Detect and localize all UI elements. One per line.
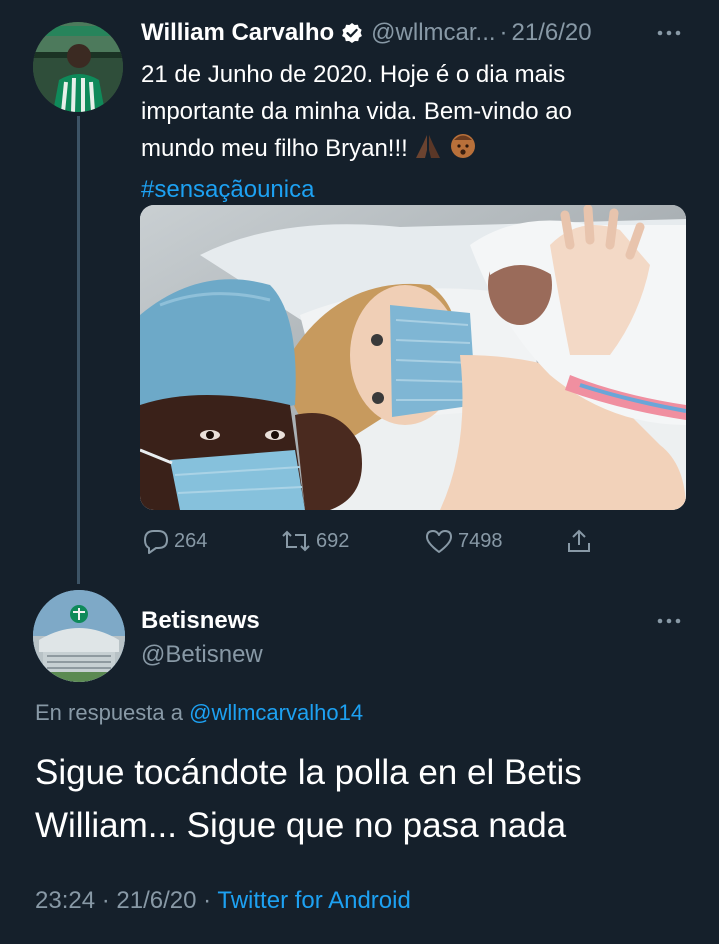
newborn-photo-image: [140, 205, 686, 510]
folded-hands-emoji: [413, 132, 443, 171]
share-button[interactable]: [566, 526, 596, 556]
reply-author-handle[interactable]: @Betisnew: [141, 641, 263, 669]
more-icon[interactable]: [654, 20, 684, 46]
tweet-text-line-content: mundo meu filho Bryan!!!: [141, 135, 408, 162]
baby-emoji: [448, 130, 478, 171]
tweet-text-line: importante da minha vida. Bem-vindo ao: [141, 98, 572, 125]
reply-button[interactable]: 264: [142, 526, 207, 556]
meta-separator: ·: [101, 887, 110, 914]
tweet-source-link[interactable]: Twitter for Android: [217, 887, 410, 914]
hashtag-link[interactable]: #sensaçãounica: [141, 171, 681, 208]
share-icon: [568, 529, 590, 552]
tweet-header: William Carvalho @wllmcar... · 21/6/20: [141, 18, 592, 48]
tweet-date[interactable]: 21/6/20: [512, 19, 592, 47]
reply-count: 264: [174, 529, 208, 552]
tweet-text: 21 de Junho de 2020. Hoje é o dia mais i…: [141, 56, 681, 208]
reply-icon: [144, 530, 168, 554]
like-count: 7498: [458, 529, 503, 552]
more-icon[interactable]: [654, 608, 684, 634]
reply-text-line: William... Sigue que no pasa nada: [35, 806, 567, 845]
replying-to-mention[interactable]: @wllmcarvalho14: [189, 700, 363, 725]
reply-time[interactable]: 23:24: [35, 887, 95, 914]
avatar-photo: [33, 22, 123, 112]
header-separator: ·: [499, 19, 508, 46]
reply-author-name[interactable]: Betisnews: [141, 607, 260, 635]
avatar-photo: [33, 590, 125, 682]
verified-badge-icon: [341, 22, 363, 44]
betisnews-avatar[interactable]: [33, 590, 125, 682]
retweet-count: 692: [316, 529, 350, 552]
reply-date[interactable]: 21/6/20: [116, 887, 196, 914]
author-handle[interactable]: @wllmcar...: [371, 19, 495, 47]
replying-to-label: En respuesta a: [35, 700, 183, 725]
reply-text-line: Sigue tocándote la polla en el Betis: [35, 753, 582, 792]
william-carvalho-avatar[interactable]: [33, 22, 123, 112]
reply-text: Sigue tocándote la polla en el Betis Wil…: [35, 746, 685, 852]
thread-connector-line: [77, 116, 80, 584]
meta-separator: ·: [203, 887, 212, 914]
reply-meta: 23:24 · 21/6/20 · Twitter for Android: [35, 887, 411, 915]
like-icon: [426, 530, 452, 553]
author-name[interactable]: William Carvalho: [141, 19, 334, 47]
replying-to-line: En respuesta a @wllmcarvalho14: [35, 700, 363, 726]
retweet-icon: [282, 530, 310, 552]
tweet-thread: William Carvalho @wllmcar... · 21/6/20 2…: [0, 0, 719, 944]
like-button[interactable]: 7498: [424, 526, 503, 556]
tweet-text-line: mundo meu filho Bryan!!!: [141, 130, 681, 171]
retweet-button[interactable]: 692: [280, 526, 349, 556]
tweet-photo[interactable]: [140, 205, 686, 510]
tweet-text-line: 21 de Junho de 2020. Hoje é o dia mais: [141, 61, 566, 88]
